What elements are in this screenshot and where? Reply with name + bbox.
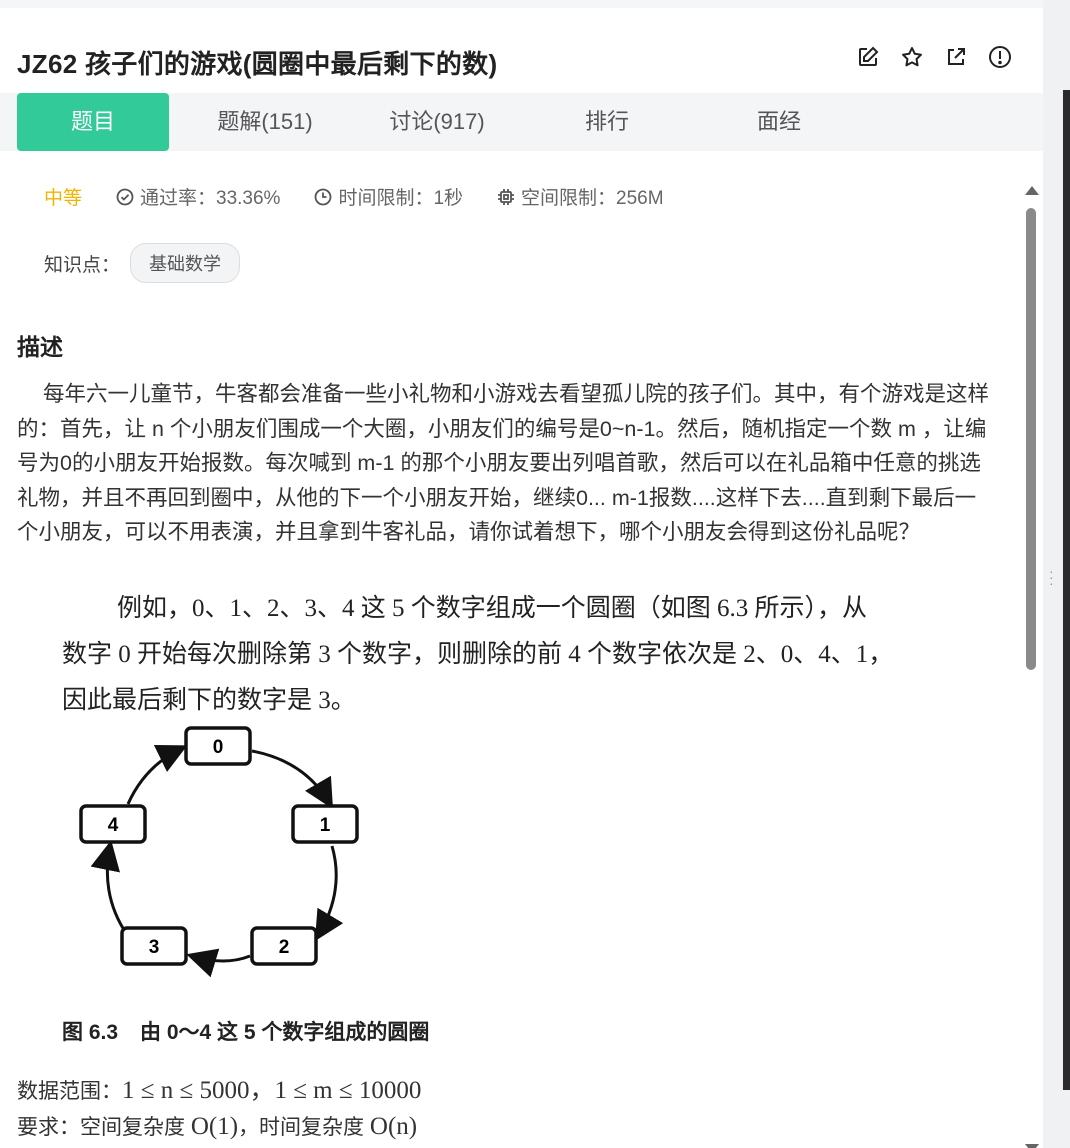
constraints: 数据范围：1 ≤ n ≤ 5000，1 ≤ m ≤ 10000 要求：空间复杂度…	[17, 1073, 421, 1145]
scroll-thumb[interactable]	[1026, 208, 1036, 670]
knowledge-points: 知识点： 基础数学	[44, 243, 241, 283]
svg-text:2: 2	[279, 937, 290, 958]
alert-icon[interactable]	[987, 44, 1013, 70]
header: JZ62 孩子们的游戏(圆圈中最后剩下的数)	[0, 8, 1043, 93]
arrow-1-2	[314, 845, 344, 942]
book-line-2: 数字 0 开始每次删除第 3 个数字，则删除的前 4 个数字依次是 2、0、4、…	[62, 641, 894, 668]
description-text: 每年六一儿童节，牛客都会准备一些小礼物和小游戏去看望孤儿院的孩子们。其中，有个游…	[17, 382, 990, 544]
complexity-requirement: 要求：空间复杂度 O(1)，时间复杂度 O(n)	[17, 1113, 418, 1140]
edit-icon[interactable]	[855, 44, 881, 70]
node-2: 2	[250, 926, 318, 966]
scroll-down-icon[interactable]	[1025, 1144, 1039, 1148]
side-panel-edge: · · ·	[1043, 0, 1070, 1148]
node-4: 4	[79, 804, 147, 844]
content-scrollbar[interactable]	[1020, 178, 1042, 1148]
figure-caption: 图 6.3 由 0～4 这 5 个数字组成的圆圈	[62, 1021, 430, 1044]
book-line-1: 例如，0、1、2、3、4 这 5 个数字组成一个圆圈（如图 6.3 所示），从	[117, 595, 868, 622]
chip-icon	[498, 188, 515, 205]
node-3: 3	[120, 926, 188, 966]
scroll-up-icon[interactable]	[1025, 186, 1039, 195]
knowledge-label: 知识点：	[44, 254, 121, 276]
time-limit: 时间限制：1秒	[314, 183, 463, 210]
svg-text:3: 3	[149, 937, 160, 958]
external-link-icon[interactable]	[943, 44, 969, 70]
svg-text:1: 1	[320, 815, 331, 836]
tab-ranking[interactable]: 排行	[522, 93, 692, 151]
divider	[1063, 90, 1070, 1090]
node-1: 1	[291, 804, 359, 844]
problem-meta: 中等 通过率：33.36% 时间限制：1秒 空间限制：256M	[44, 183, 698, 210]
arrow-4-0	[126, 745, 188, 805]
star-icon[interactable]	[899, 44, 925, 70]
knowledge-tag[interactable]: 基础数学	[130, 243, 241, 283]
tab-solutions[interactable]: 题解(151)	[180, 93, 350, 151]
problem-content: 中等 通过率：33.36% 时间限制：1秒 空间限制：256M 知识点： 基础数…	[0, 151, 1020, 1148]
node-0: 0	[184, 726, 252, 766]
tab-discussion[interactable]: 讨论(917)	[352, 93, 522, 151]
clock-icon	[315, 188, 332, 205]
tab-bar: 题目 题解(151) 讨论(917) 排行 面经	[0, 93, 1043, 151]
problem-panel: JZ62 孩子们的游戏(圆圈中最后剩下的数) 题目 题解(151) 讨论(917…	[0, 8, 1043, 1148]
difficulty-badge: 中等	[44, 188, 83, 209]
svg-text:4: 4	[108, 815, 119, 836]
book-excerpt: 例如，0、1、2、3、4 这 5 个数字组成一个圆圈（如图 6.3 所示），从 …	[62, 586, 972, 724]
pass-rate: 通过率：33.36%	[116, 183, 280, 210]
arrow-3-4	[90, 840, 130, 937]
space-limit: 空间限制：256M	[497, 183, 664, 210]
check-circle-icon	[116, 188, 134, 205]
tab-interview[interactable]: 面经	[694, 93, 864, 151]
svg-text:0: 0	[213, 737, 224, 758]
arrow-2-3	[186, 948, 251, 978]
header-actions	[855, 44, 1013, 70]
description-heading: 描述	[17, 334, 63, 360]
tab-problem[interactable]: 题目	[17, 93, 169, 151]
resize-handle-icon[interactable]: · · ·	[1049, 564, 1054, 590]
page-title: JZ62 孩子们的游戏(圆圈中最后剩下的数)	[17, 49, 498, 79]
circle-diagram: 0 1 2 3 4	[79, 726, 359, 978]
arrow-0-1	[251, 749, 334, 810]
data-range: 数据范围：1 ≤ n ≤ 5000，1 ≤ m ≤ 10000	[17, 1077, 422, 1104]
